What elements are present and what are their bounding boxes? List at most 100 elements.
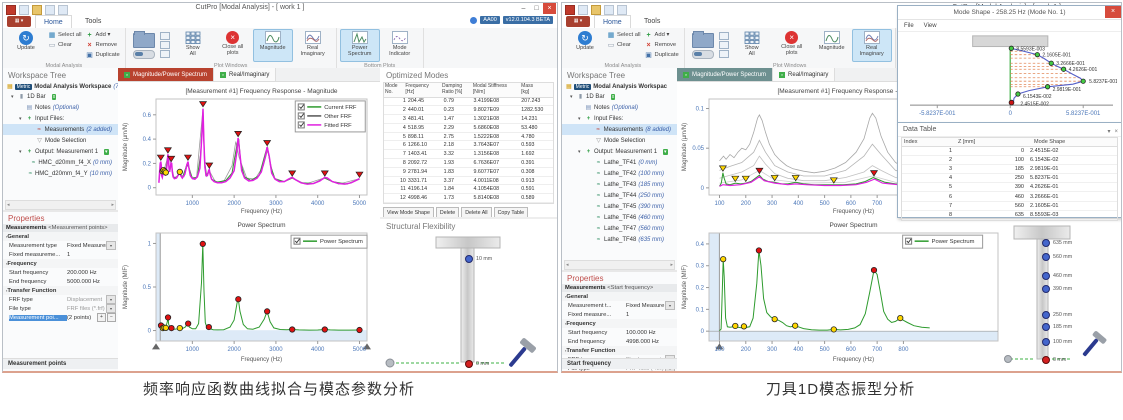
toggle-switch[interactable] — [133, 50, 155, 59]
toggle-switch[interactable] — [692, 50, 714, 59]
table-row[interactable]: 5898.112.751.5222E084.780 — [384, 133, 553, 142]
property-row[interactable]: Transfer Function — [3, 286, 118, 295]
add-button[interactable]: +Add ▾ — [645, 30, 679, 40]
select-all-button[interactable]: ▦Select all — [48, 30, 82, 40]
measurement-point-dot[interactable]: 390 mm — [1042, 285, 1072, 293]
tree-item[interactable]: ▾ Output: Measurement 1 ▾ — [562, 146, 677, 157]
magnitude-button[interactable]: Magnitude — [812, 29, 852, 62]
show-all-button[interactable]: Show All — [173, 29, 213, 62]
add-button[interactable]: +Add ▾ — [86, 30, 120, 40]
real-imaginary-button[interactable]: Real Imaginary — [293, 29, 333, 62]
file-menu-button[interactable] — [566, 16, 590, 27]
table-row[interactable]: 21006.1543E-02 — [902, 156, 1117, 165]
mode-indicator-button[interactable]: Mode Indicator — [380, 29, 420, 62]
minimize-button[interactable] — [517, 3, 530, 14]
frequency-response-chart[interactable]: 1000200030004000500000.20.40.6[Measureme… — [120, 83, 375, 220]
clear-button[interactable]: ▭Clear — [607, 40, 641, 50]
select-all-button[interactable]: ▦Select all — [607, 30, 641, 40]
layout-icons[interactable] — [719, 32, 729, 58]
folder-icon[interactable] — [692, 33, 714, 48]
tree-item[interactable]: Lathe_TF45 (390 mm) — [562, 201, 677, 212]
close-icon[interactable]: × — [1114, 125, 1118, 139]
measurement-point-dot[interactable]: 185 mm — [1042, 323, 1072, 331]
property-row[interactable]: Measurement t... Fixed Measure — [562, 301, 677, 310]
mode-shape-chart[interactable]: -5.8237E-00105.8237E-0018.5593E-0032.160… — [898, 32, 1121, 125]
property-row[interactable]: End frequency 4998.000 Hz — [562, 337, 677, 346]
table-row[interactable]: 124998.461.735.8140E080.589 — [384, 194, 553, 203]
maximize-button[interactable] — [530, 3, 543, 14]
tree-item[interactable]: Lathe_TF47 (560 mm) — [562, 223, 677, 234]
tab-home[interactable]: Home — [594, 15, 631, 28]
tab-close-icon[interactable] — [683, 72, 689, 78]
tab-tools[interactable]: Tools — [636, 15, 668, 27]
property-row[interactable]: Start frequency 200.000 Hz — [3, 268, 118, 277]
close-button[interactable] — [543, 3, 556, 14]
tree-item[interactable]: Lathe_TF41 (0 mm) — [562, 157, 677, 168]
show-all-button[interactable]: Show All — [732, 29, 772, 62]
tree-item[interactable]: Lathe_TF42 (100 mm) — [562, 168, 677, 179]
tree-item[interactable]: Lathe_TF46 (460 mm) — [562, 212, 677, 223]
tree-item[interactable]: Lathe_TF48 (635 mm) — [562, 234, 677, 245]
tree-item[interactable]: Measurements (2 added) — [3, 124, 118, 135]
tab-close-icon[interactable] — [124, 72, 130, 78]
property-row[interactable]: Frequency — [562, 319, 677, 328]
table-row[interactable]: 1204.450.793.4199E08207.243 — [384, 98, 553, 107]
remove-button[interactable]: ×Remove — [645, 40, 679, 50]
tab-magnitude-power-spectrum[interactable]: Magnitude/Power Spectrum — [677, 68, 773, 81]
measurement-point-dot[interactable]: 100 mm — [1042, 338, 1072, 346]
property-row[interactable]: Start frequency 100.000 Hz — [562, 328, 677, 337]
table-row[interactable]: 92781.941.839.6077E070.308 — [384, 168, 553, 177]
tree-item[interactable]: Mode Selection — [562, 135, 677, 146]
measurement-point-dot[interactable]: 0 mm — [465, 360, 489, 368]
tab-magnitude-power-spectrum[interactable]: Magnitude/Power Spectrum — [118, 68, 214, 81]
table-row[interactable]: 102.4515E-02 — [902, 147, 1117, 156]
clear-button[interactable]: ▭Clear — [48, 40, 82, 50]
property-row[interactable]: End frequency 5000.000 Hz — [3, 277, 118, 286]
tree-item[interactable]: HMC_d20mm_f4_Y (10 mm) — [3, 168, 118, 179]
tree-item[interactable]: ▾ Output: Measurement 1 ▾ — [3, 146, 118, 157]
table-row[interactable]: 4518.952.295.6860E0853.480 — [384, 124, 553, 133]
tab-close-icon[interactable] — [779, 72, 785, 78]
table-row[interactable]: 103331.713.374.0011E080.913 — [384, 177, 553, 186]
pin-icon[interactable]: ▾ — [1107, 125, 1110, 139]
menu-file[interactable]: File — [904, 23, 914, 29]
measurement-point-dot[interactable]: 0 mm — [1042, 356, 1066, 364]
magnitude-button[interactable]: Magnitude — [253, 29, 293, 62]
table-row[interactable]: 2440.010.239.8027E091282.530 — [384, 106, 553, 115]
layout-icons[interactable] — [160, 32, 170, 58]
real-imaginary-button[interactable]: Real Imaginary — [852, 29, 892, 62]
dropdown-icon[interactable] — [106, 304, 116, 313]
tree-item[interactable]: Mode Selection — [3, 135, 118, 146]
property-row[interactable]: FRF type Displacement — [3, 295, 118, 304]
tab-home[interactable]: Home — [35, 15, 72, 28]
property-row[interactable]: Frequency — [3, 259, 118, 268]
add-point-button[interactable] — [97, 313, 106, 322]
tree-item[interactable]: Notes (Optional) — [562, 102, 677, 113]
tree-item[interactable]: ▾ 1D Bar x — [562, 91, 677, 102]
property-row[interactable]: Measurement poi... (2 points) — [3, 313, 118, 322]
tree-item[interactable]: HMC_d20mm_f4_X (0 mm) — [3, 157, 118, 168]
table-row[interactable]: 42505.8237E-01 — [902, 174, 1117, 183]
remove-button[interactable]: ×Remove — [86, 40, 120, 50]
tree-item[interactable]: ▾ Input Files: — [3, 113, 118, 124]
property-row[interactable]: Transfer Function — [562, 346, 677, 355]
measurement-point-dot[interactable]: 10 mm — [465, 255, 492, 263]
power-spectrum-button[interactable]: Power Spectrum — [340, 29, 380, 62]
duplicate-button[interactable]: ▣Duplicate — [86, 50, 120, 60]
table-row[interactable]: 71403.413.321.3156E081.692 — [384, 150, 553, 159]
dropdown-icon[interactable] — [665, 301, 675, 310]
power-spectrum-chart[interactable]: 10020030040050060070080000.10.20.30.4Pow… — [679, 217, 1004, 368]
tab-tools[interactable]: Tools — [77, 15, 109, 27]
property-row[interactable]: General — [562, 292, 677, 301]
folder-icon[interactable] — [133, 33, 155, 48]
update-button[interactable]: ↻ Update — [6, 29, 46, 62]
tree-root[interactable]: ▦ Metric Modal Analysis Workspac — [562, 82, 677, 91]
tree-root[interactable]: ▦ Metric Modal Analysis Workspace (7 It.… — [3, 82, 118, 91]
tree-item[interactable]: Notes (Optional) — [3, 102, 118, 113]
tree-item[interactable]: Lathe_TF43 (185 mm) — [562, 179, 677, 190]
close-all-plots-button[interactable]: Close all plots — [772, 29, 812, 62]
property-row[interactable]: Fixed measureme... 1 — [3, 250, 118, 259]
measurement-point-dot[interactable]: 560 mm — [1042, 253, 1072, 261]
tree-item[interactable]: ▾ 1D Bar x — [3, 91, 118, 102]
update-button[interactable]: ↻ Update — [565, 29, 605, 62]
